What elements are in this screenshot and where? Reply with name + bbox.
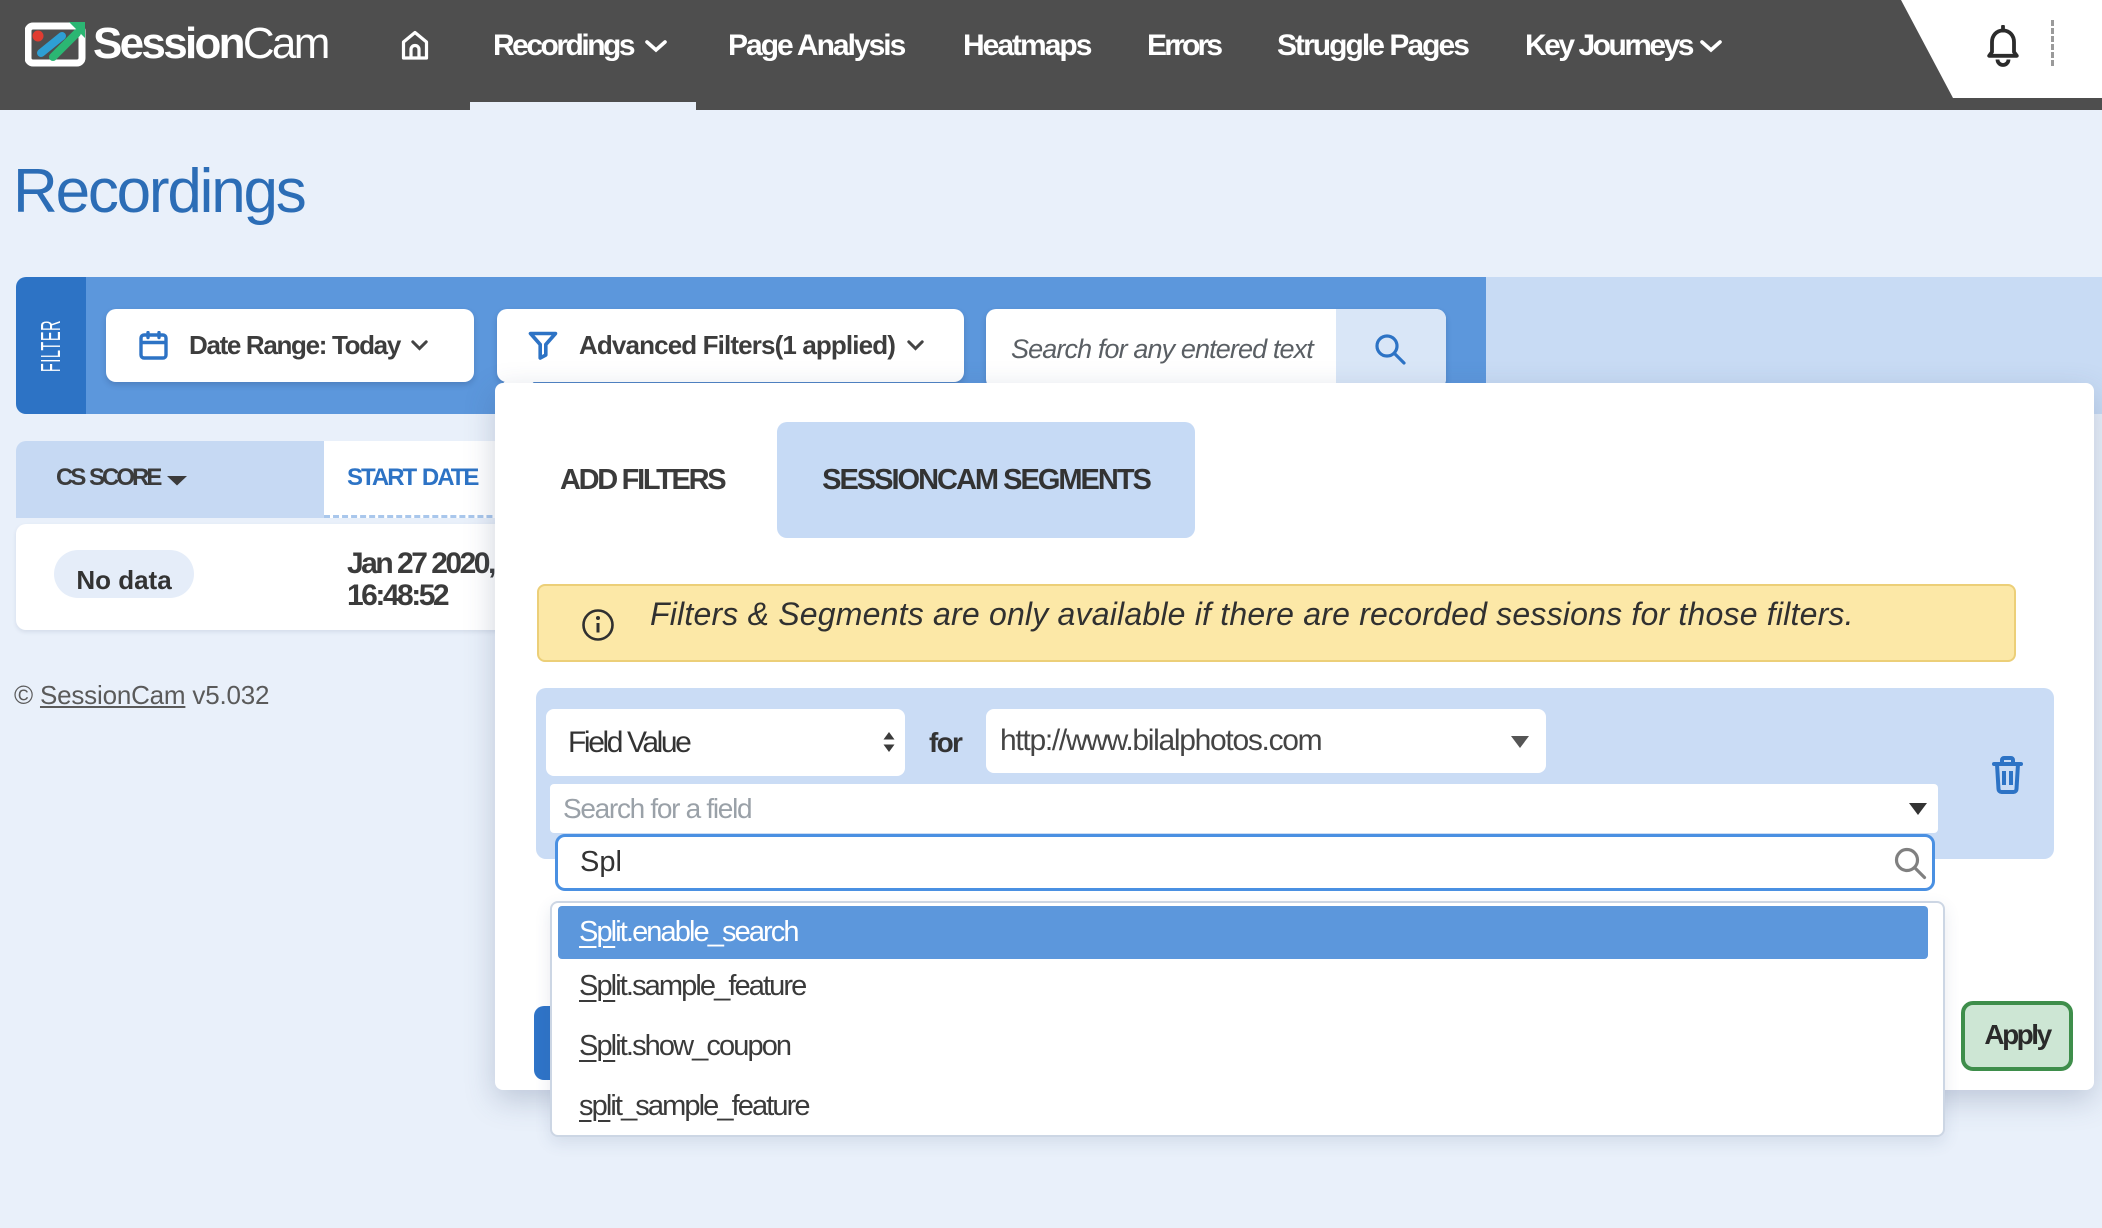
svg-text:SessionCam: SessionCam: [93, 20, 328, 68]
